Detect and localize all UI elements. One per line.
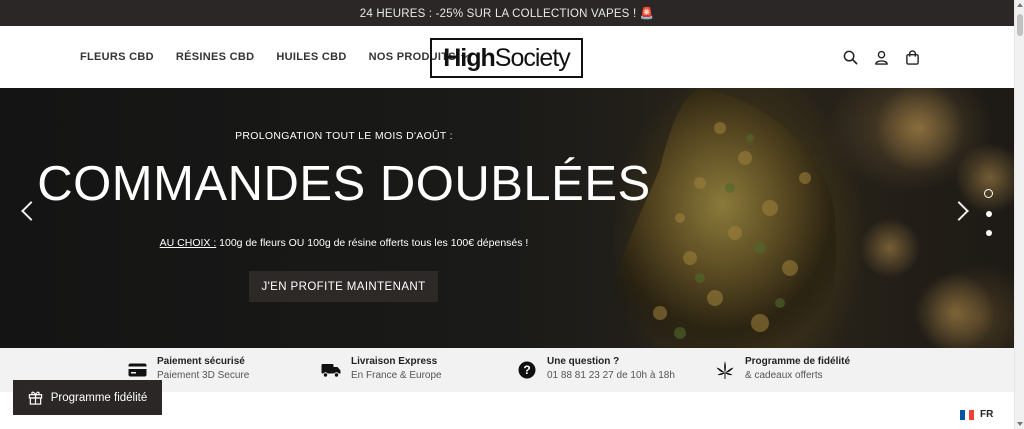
- loyalty-program-button[interactable]: Programme fidélité: [13, 380, 162, 415]
- truck-icon: [321, 360, 341, 380]
- nav-item-label: FLEURS CBD: [80, 51, 154, 63]
- hero-subtitle: PROLONGATION TOUT LE MOIS D'AOÛT :: [235, 130, 453, 142]
- cart-icon[interactable]: [904, 49, 920, 65]
- nav-item-label: RÉSINES CBD: [175, 51, 255, 63]
- feature-title: Programme de fidélité: [745, 356, 851, 367]
- language-code: FR: [980, 409, 994, 420]
- credit-card-icon: [127, 360, 147, 380]
- svg-text:?: ?: [523, 363, 530, 377]
- nav-item-label: HUILES CBD: [276, 51, 347, 63]
- page-scrollbar[interactable]: [1014, 0, 1024, 429]
- account-icon[interactable]: [873, 49, 889, 65]
- language-selector[interactable]: FR: [960, 409, 993, 420]
- feature-contact: ? Une question ? 01 88 81 23 27 de 10h à …: [517, 355, 675, 383]
- feature-express-delivery: Livraison Express En France & Europe: [321, 355, 442, 383]
- search-icon[interactable]: [842, 49, 858, 65]
- loyalty-program-label: Programme fidélité: [50, 391, 148, 404]
- hero-title: COMMANDES DOUBLÉES: [37, 157, 651, 211]
- hero-cta-button[interactable]: J'EN PROFITE MAINTENANT: [249, 271, 438, 302]
- slider-pagination: [984, 189, 993, 236]
- france-flag-icon: [960, 409, 975, 420]
- site-header: FLEURS CBD RÉSINES CBD HUILES CBD NOS PR…: [0, 26, 1014, 88]
- announcement-text: 24 HEURES : -25% SUR LA COLLECTION VAPES…: [359, 8, 655, 20]
- announcement-bar: 24 HEURES : -25% SUR LA COLLECTION VAPES…: [0, 0, 1014, 26]
- nav-item-fleurs[interactable]: FLEURS CBD: [80, 51, 154, 63]
- main-nav: FLEURS CBD RÉSINES CBD HUILES CBD NOS PR…: [80, 26, 489, 88]
- question-icon: ?: [517, 360, 537, 380]
- feature-title: Paiement sécurisé: [157, 356, 245, 367]
- feature-title: Une question ?: [547, 356, 620, 367]
- feature-secure-payment: Paiement sécurisé Paiement 3D Secure: [127, 355, 249, 383]
- hero-slider: PROLONGATION TOUT LE MOIS D'AOÛT : COMMA…: [0, 88, 1014, 348]
- scrollbar-thumb[interactable]: [1017, 14, 1023, 36]
- feature-subtitle: En France & Europe: [351, 370, 442, 381]
- hero-desc-text: 100g de fleurs OU 100g de résine offerts…: [216, 237, 529, 249]
- cannabis-bud-image: [608, 88, 1014, 348]
- site-logo[interactable]: High Society: [430, 38, 583, 78]
- header-actions: [842, 26, 920, 88]
- feature-loyalty: Programme de fidélité & cadeaux offerts: [715, 355, 850, 383]
- nav-item-resines[interactable]: RÉSINES CBD: [176, 51, 254, 63]
- hero-desc-highlight: AU CHOIX :: [159, 237, 217, 249]
- slider-dot[interactable]: [984, 189, 993, 198]
- logo-text-light: Society: [494, 43, 571, 72]
- feature-subtitle: & cadeaux offerts: [745, 370, 823, 381]
- feature-subtitle: 01 88 81 23 27 de 10h à 18h: [547, 370, 675, 381]
- cannabis-leaf-icon: [715, 360, 735, 380]
- scroll-down-icon[interactable]: [1017, 422, 1023, 426]
- slider-dot[interactable]: [985, 230, 992, 236]
- gift-icon: [28, 390, 43, 405]
- nav-item-huiles[interactable]: HUILES CBD: [276, 51, 346, 63]
- feature-subtitle: Paiement 3D Secure: [157, 370, 250, 381]
- scroll-up-icon[interactable]: [1017, 3, 1023, 7]
- logo-text-bold: High: [443, 43, 496, 72]
- slider-dot[interactable]: [985, 211, 992, 217]
- hero-description: AU CHOIX : 100g de fleurs OU 100g de rés…: [0, 237, 688, 249]
- feature-title: Livraison Express: [351, 356, 438, 367]
